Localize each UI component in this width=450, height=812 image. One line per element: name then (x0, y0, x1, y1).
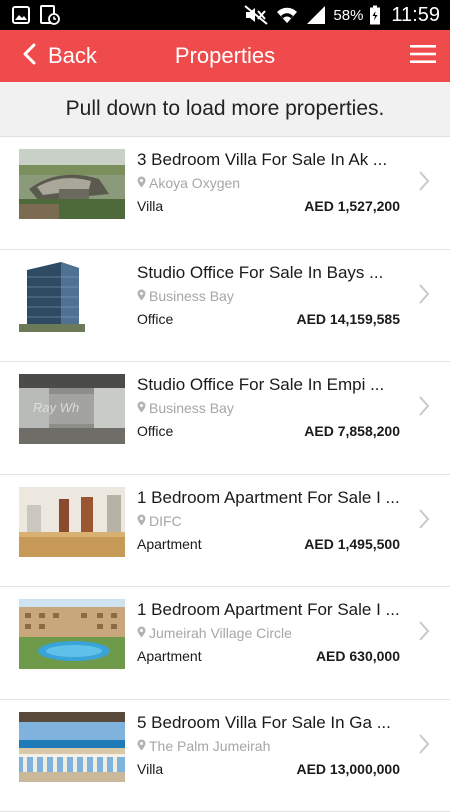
chevron-right-icon (418, 283, 430, 310)
property-row[interactable]: Studio Office For Sale In Bays ... Busin… (0, 250, 450, 363)
property-thumbnail (19, 487, 125, 557)
image-icon (12, 6, 30, 24)
chevron-left-icon (22, 43, 36, 70)
property-price: AED 13,000,000 (296, 761, 400, 777)
property-title: 3 Bedroom Villa For Sale In Ak ... (137, 150, 387, 170)
property-row[interactable]: 3 Bedroom Villa For Sale In Ak ... Akoya… (0, 137, 450, 250)
location-text: Akoya Oxygen (149, 175, 240, 191)
property-type: Office (137, 423, 173, 439)
chevron-right-icon (418, 395, 430, 422)
property-location: The Palm Jumeirah (137, 738, 270, 754)
property-type: Apartment (137, 648, 202, 664)
location-text: Business Bay (149, 288, 234, 304)
chevron-right-icon (418, 170, 430, 197)
property-location: Akoya Oxygen (137, 175, 240, 191)
chevron-right-icon (418, 620, 430, 647)
location-text: Business Bay (149, 400, 234, 416)
chevron-right-icon (418, 733, 430, 760)
property-price: AED 630,000 (316, 648, 400, 664)
property-title: 5 Bedroom Villa For Sale In Ga ... (137, 713, 391, 733)
property-title: 1 Bedroom Apartment For Sale I ... (137, 488, 400, 508)
property-list: 3 Bedroom Villa For Sale In Ak ... Akoya… (0, 137, 450, 812)
property-price: AED 14,159,585 (296, 311, 400, 327)
battery-percent: 58% (333, 7, 363, 24)
wifi-icon (275, 5, 299, 25)
property-thumbnail (19, 149, 125, 219)
location-pin-icon (137, 513, 146, 529)
status-bar: 58% 11:59 (0, 0, 450, 30)
location-pin-icon (137, 738, 146, 754)
property-price: AED 1,527,200 (304, 198, 400, 214)
property-location: Business Bay (137, 400, 234, 416)
property-type: Apartment (137, 536, 202, 552)
location-text: DIFC (149, 513, 182, 529)
app-header: Back Properties (0, 30, 450, 82)
back-button[interactable]: Back (0, 30, 97, 82)
mute-icon (243, 5, 269, 25)
battery-icon (369, 5, 381, 25)
property-thumbnail: Ray Wh (19, 374, 125, 444)
back-label: Back (48, 43, 97, 69)
location-text: The Palm Jumeirah (149, 738, 270, 754)
property-price: AED 1,495,500 (304, 536, 400, 552)
property-thumbnail (19, 599, 125, 669)
clock-time: 11:59 (391, 4, 440, 27)
watermark-text: Ray Wh (33, 400, 79, 415)
property-location: DIFC (137, 513, 182, 529)
location-pin-icon (137, 175, 146, 191)
pull-to-refresh-hint: Pull down to load more properties. (0, 82, 450, 137)
chevron-right-icon (418, 508, 430, 535)
property-title: 1 Bedroom Apartment For Sale I ... (137, 600, 400, 620)
clock-badge-icon (40, 5, 60, 25)
property-thumbnail (19, 712, 125, 782)
property-location: Jumeirah Village Circle (137, 625, 292, 641)
property-price: AED 7,858,200 (304, 423, 400, 439)
property-type: Villa (137, 198, 163, 214)
location-pin-icon (137, 288, 146, 304)
hamburger-menu-icon (410, 44, 436, 69)
location-pin-icon (137, 400, 146, 416)
menu-button[interactable] (410, 30, 450, 82)
property-thumbnail (19, 262, 125, 332)
property-row[interactable]: 5 Bedroom Villa For Sale In Ga ... The P… (0, 700, 450, 812)
property-title: Studio Office For Sale In Empi ... (137, 375, 384, 395)
property-row[interactable]: Ray Wh Studio Office For Sale In Empi ..… (0, 362, 450, 475)
property-row[interactable]: 1 Bedroom Apartment For Sale I ... DIFC … (0, 475, 450, 588)
signal-icon (305, 5, 327, 25)
property-title: Studio Office For Sale In Bays ... (137, 263, 383, 283)
property-type: Villa (137, 761, 163, 777)
property-type: Office (137, 311, 173, 327)
location-pin-icon (137, 625, 146, 641)
property-location: Business Bay (137, 288, 234, 304)
location-text: Jumeirah Village Circle (149, 625, 292, 641)
property-row[interactable]: 1 Bedroom Apartment For Sale I ... Jumei… (0, 587, 450, 700)
